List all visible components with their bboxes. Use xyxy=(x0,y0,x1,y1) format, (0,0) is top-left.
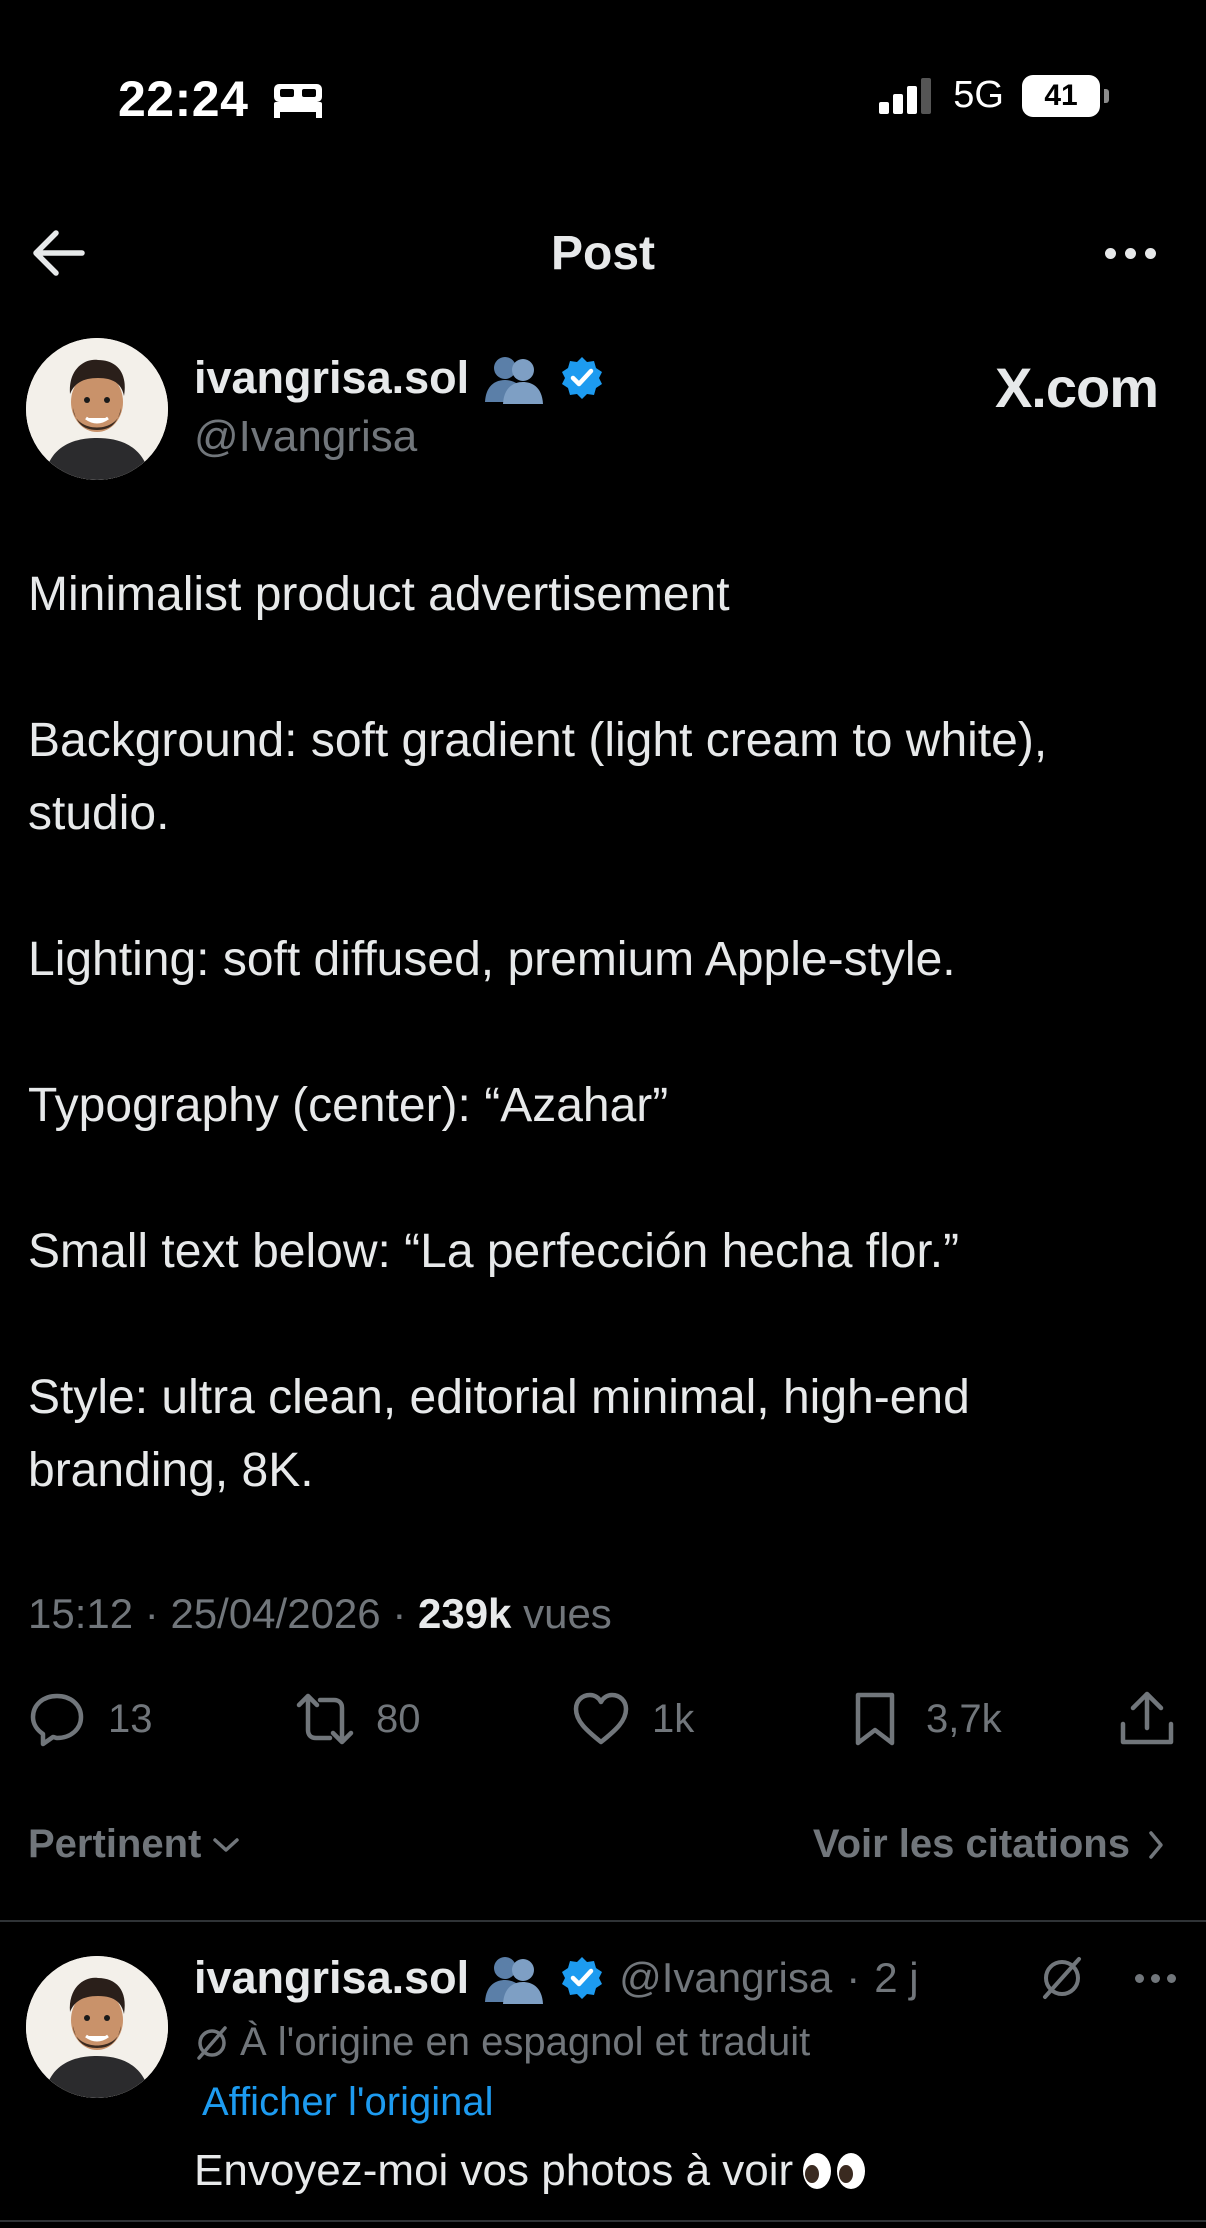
bookmark-button[interactable]: 3,7k xyxy=(846,1690,1002,1748)
reply-header: ivangrisa.sol @Ivangrisa · 2 j xyxy=(194,1952,919,2004)
reply-text-row: Envoyez-moi vos photos à voir xyxy=(194,2146,866,2196)
share-button[interactable] xyxy=(1118,1690,1176,1748)
heart-icon xyxy=(573,1692,629,1745)
post-paragraph: Background: soft gradient (light cream t… xyxy=(28,714,1048,840)
repost-button[interactable]: 80 xyxy=(296,1690,421,1748)
status-time: 22:24 xyxy=(118,71,249,127)
divider xyxy=(0,2220,1206,2222)
reply-top-actions xyxy=(1039,1955,1176,2001)
reply-handle[interactable]: @Ivangrisa xyxy=(619,1954,832,2002)
avatar-illustration xyxy=(26,1956,168,2098)
reply-icon xyxy=(30,1693,84,1747)
translation-note: À l'origine en espagnol et traduit xyxy=(194,2020,810,2065)
battery-level: 41 xyxy=(1044,78,1078,112)
avatar-illustration xyxy=(26,338,168,480)
eyes-emoji-icon xyxy=(803,2153,866,2189)
post-paragraph: Minimalist product advertisement xyxy=(28,568,730,621)
author-name-row[interactable]: ivangrisa.sol xyxy=(194,352,605,404)
sort-dropdown[interactable]: Pertinent xyxy=(28,1822,241,1867)
post-meta: 15:12 · 25/04/2026 · 239k vues xyxy=(28,1590,612,1637)
post-paragraph: Typography (center): “Azahar” xyxy=(28,1079,669,1132)
verified-badge-icon xyxy=(562,1957,603,1999)
translate-icon xyxy=(197,2025,227,2060)
chevron-down-icon xyxy=(213,1837,240,1852)
repost-icon xyxy=(296,1693,354,1745)
show-original-link[interactable]: Afficher l'original xyxy=(202,2080,493,2125)
share-icon xyxy=(1120,1691,1174,1745)
reply-avatar[interactable] xyxy=(26,1956,168,2098)
bookmark-count: 3,7k xyxy=(926,1696,1002,1741)
like-count: 1k xyxy=(652,1696,695,1741)
post-paragraph: Small text below: “La perfección hecha f… xyxy=(28,1225,960,1278)
repost-count: 80 xyxy=(376,1696,421,1741)
view-quotes-link[interactable]: Voir les citations xyxy=(813,1822,1166,1867)
reply-button[interactable]: 13 xyxy=(28,1690,153,1748)
divider xyxy=(0,1920,1206,1922)
like-button[interactable]: 1k xyxy=(572,1690,694,1748)
chevron-right-icon xyxy=(1149,1830,1163,1859)
post-time: 15:12 xyxy=(28,1590,134,1637)
verified-badge-icon xyxy=(562,357,603,399)
battery-icon: 41 xyxy=(1022,74,1109,117)
translate-icon[interactable] xyxy=(1039,1955,1085,2001)
reply-separator: · xyxy=(846,1954,861,2001)
post-paragraph: Lighting: soft diffused, premium Apple-s… xyxy=(28,933,956,986)
views-label: vues xyxy=(523,1590,612,1637)
bookmark-icon xyxy=(855,1692,895,1746)
post-date: 25/04/2026 xyxy=(170,1590,381,1637)
translation-note-text: À l'origine en espagnol et traduit xyxy=(240,2020,811,2064)
reply-text: Envoyez-moi vos photos à voir xyxy=(194,2146,794,2195)
reply-author-name[interactable]: ivangrisa.sol xyxy=(194,1952,469,2004)
post-text: Minimalist product advertisement Backgro… xyxy=(28,558,1178,1507)
more-options-button[interactable] xyxy=(1105,248,1156,259)
people-emoji-icon xyxy=(485,1957,544,2004)
view-quotes-label: Voir les citations xyxy=(812,1822,1130,1866)
cellular-signal-icon xyxy=(879,77,932,114)
status-bar: 22:24 5G 41 xyxy=(0,0,1206,200)
sort-label: Pertinent xyxy=(28,1822,202,1866)
views-count[interactable]: 239k xyxy=(418,1590,511,1637)
page-title: Post xyxy=(550,227,655,280)
reply-age: 2 j xyxy=(874,1954,919,2001)
post-header: Post xyxy=(0,200,1206,310)
xcom-watermark: X.com xyxy=(994,356,1159,419)
author-handle[interactable]: @Ivangrisa xyxy=(194,412,417,462)
people-emoji-icon xyxy=(485,357,544,404)
sleep-focus-icon xyxy=(274,84,322,118)
reply-more-button[interactable] xyxy=(1135,1973,1176,1983)
author-name[interactable]: ivangrisa.sol xyxy=(194,352,469,404)
post-paragraph: Style: ultra clean, editorial minimal, h… xyxy=(28,1371,970,1497)
reply-count: 13 xyxy=(108,1696,153,1741)
post-actions: 13 80 1k 3,7k xyxy=(0,1680,1206,1760)
avatar[interactable] xyxy=(26,338,168,480)
network-type: 5G xyxy=(953,74,1004,116)
